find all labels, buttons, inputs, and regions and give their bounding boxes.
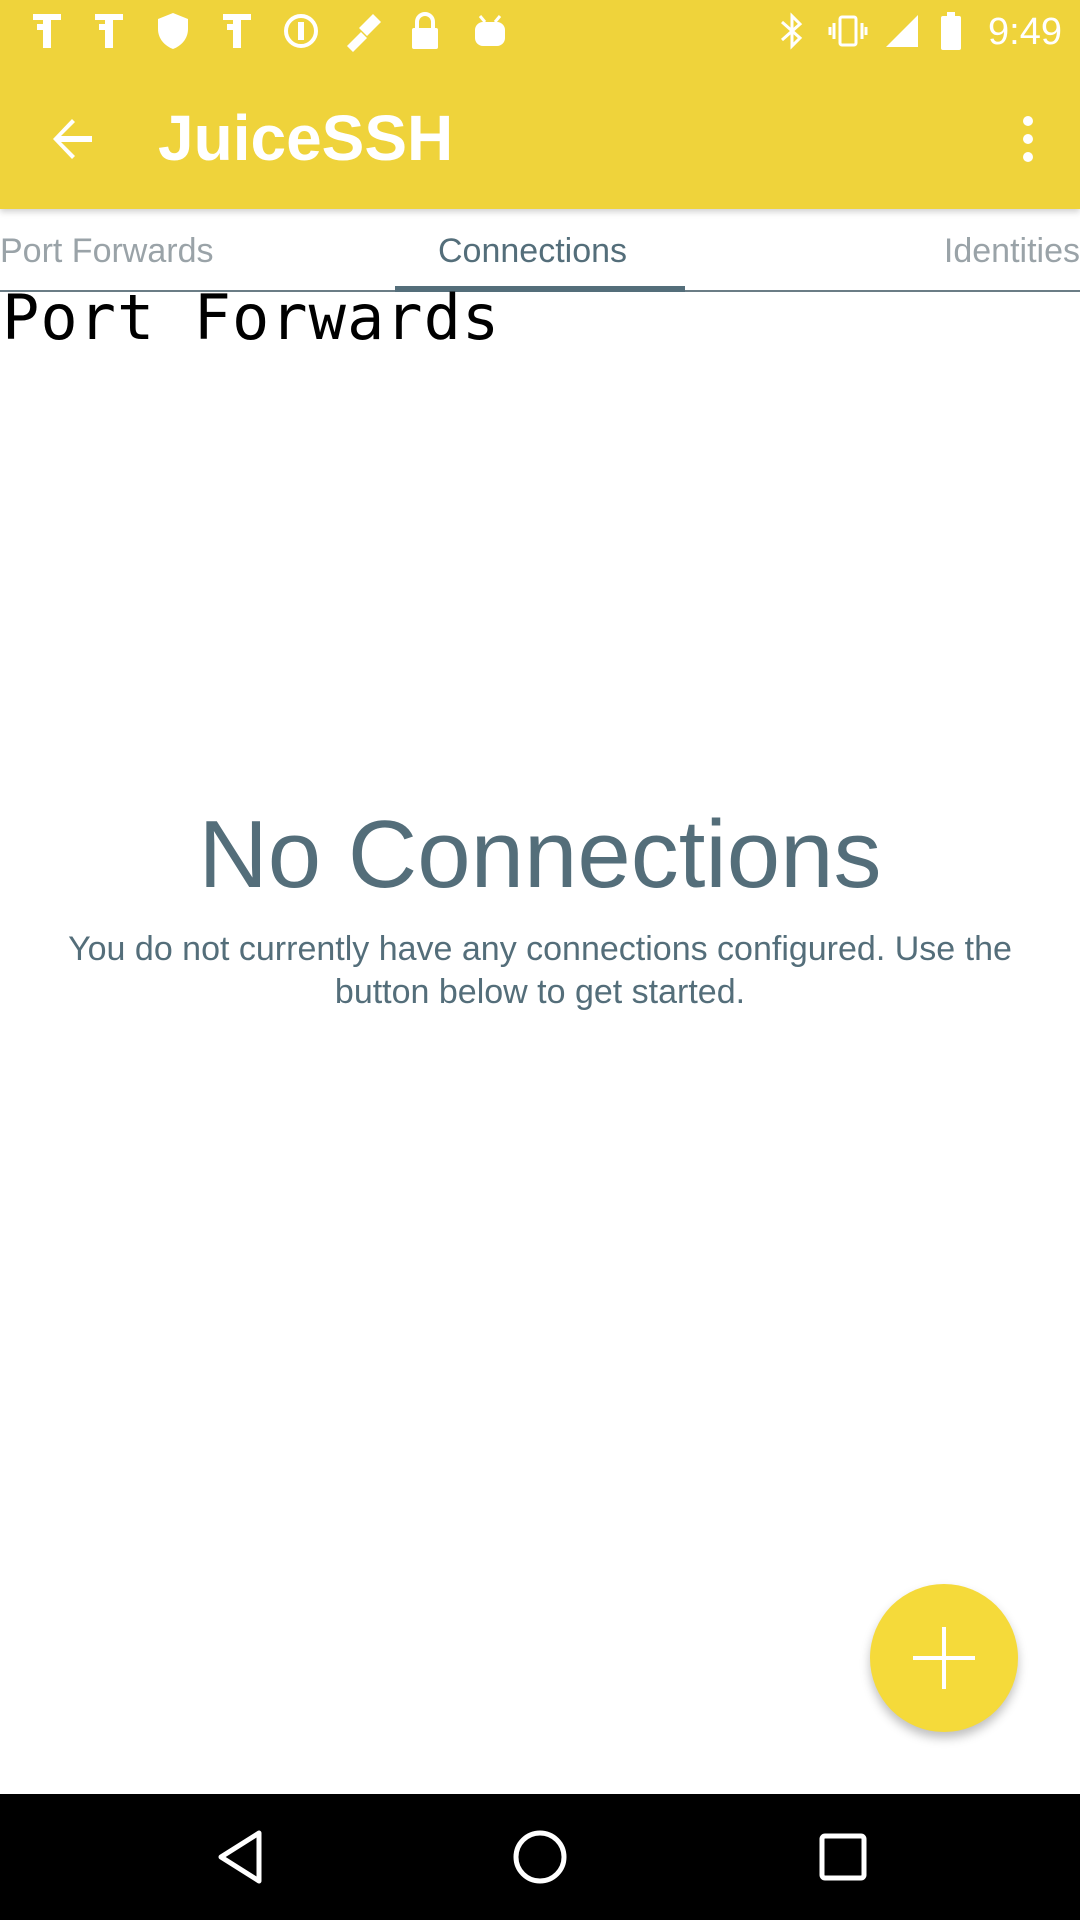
- android-icon: [468, 10, 512, 52]
- nav-recents-button[interactable]: [798, 1814, 888, 1900]
- notification-app-icon: [88, 10, 130, 52]
- back-triangle-icon: [218, 1830, 262, 1884]
- signal-icon: [882, 10, 922, 52]
- home-circle-icon: [513, 1830, 567, 1884]
- status-time: 9:49: [988, 11, 1062, 53]
- tab-port-forwards[interactable]: Port Forwards: [0, 231, 214, 271]
- app-screen: 9:49 JuiceSSH Port Forwards Connections …: [0, 0, 1080, 1920]
- status-bar: 9:49: [0, 0, 1080, 66]
- lock-icon: [404, 10, 446, 52]
- nav-back-button[interactable]: [195, 1814, 285, 1900]
- notification-app-icon: [26, 10, 68, 52]
- app-bar: 9:49 JuiceSSH: [0, 0, 1080, 209]
- alert-circle-icon: [280, 10, 322, 52]
- vibrate-icon: [826, 10, 870, 52]
- nav-home-button[interactable]: [495, 1814, 585, 1900]
- overflow-menu-button[interactable]: [1002, 106, 1054, 172]
- overlay-caption: Port Forwards: [2, 281, 501, 354]
- more-vert-icon: [1023, 116, 1033, 162]
- battery-icon: [936, 10, 966, 52]
- recents-square-icon: [819, 1833, 867, 1881]
- empty-state-title: No Connections: [198, 801, 882, 908]
- tab-identities[interactable]: Identities: [944, 231, 1080, 271]
- system-nav-bar: [0, 1794, 1080, 1920]
- shield-icon: [152, 10, 194, 52]
- tab-bar: Port Forwards Connections Identities: [0, 209, 1080, 292]
- add-connection-button[interactable]: [870, 1584, 1018, 1732]
- notification-app-icon: [216, 10, 258, 52]
- tab-connections[interactable]: Connections: [438, 231, 627, 271]
- app-title: JuiceSSH: [158, 102, 454, 174]
- back-button[interactable]: [40, 106, 106, 172]
- arrow-back-icon: [53, 119, 92, 159]
- plus-icon: [913, 1627, 975, 1689]
- empty-state-message: You do not currently have any connection…: [68, 930, 1012, 1011]
- fake-gps-icon: [340, 10, 386, 52]
- bluetooth-icon: [772, 10, 812, 52]
